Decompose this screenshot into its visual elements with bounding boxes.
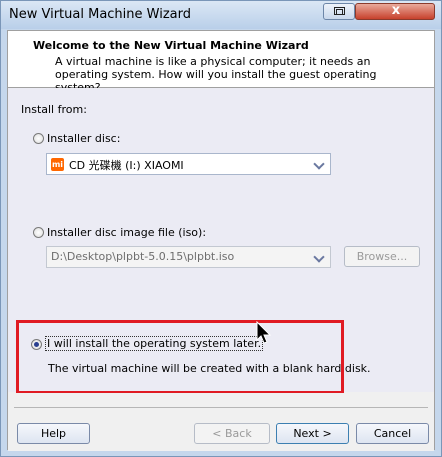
- chevron-down-icon: [310, 154, 330, 174]
- help-button[interactable]: Help: [17, 423, 90, 444]
- installer-iso-radio[interactable]: [33, 227, 44, 238]
- close-icon: x: [391, 3, 401, 18]
- restore-icon: [334, 7, 345, 15]
- installer-disc-dropdown[interactable]: mi CD 光碟機 (I:) XIAOMI: [46, 153, 331, 175]
- close-button[interactable]: x: [355, 3, 435, 20]
- footer-divider: [14, 407, 428, 408]
- wizard-body: Install from: Installer disc: mi CD 光碟機 …: [8, 88, 434, 394]
- installer-disc-label[interactable]: Installer disc:: [47, 132, 120, 145]
- wizard-header: Welcome to the New Virtual Machine Wizar…: [8, 31, 434, 94]
- chevron-down-icon: [310, 247, 330, 267]
- highlight-box: [16, 320, 344, 394]
- back-button[interactable]: < Back: [194, 423, 270, 444]
- install-later-label[interactable]: I will install the operating system late…: [44, 336, 264, 351]
- cancel-button[interactable]: Cancel: [356, 423, 429, 444]
- page-title: Welcome to the New Virtual Machine Wizar…: [33, 39, 309, 52]
- next-button[interactable]: Next >: [276, 423, 349, 444]
- window-title: New Virtual Machine Wizard: [9, 7, 191, 22]
- iso-path-value: D:\Desktop\plpbt-5.0.15\plpbt.iso: [51, 250, 235, 263]
- restore-button[interactable]: [323, 3, 355, 20]
- iso-path-combo[interactable]: D:\Desktop\plpbt-5.0.15\plpbt.iso: [46, 246, 331, 268]
- xiaomi-logo-icon: mi: [51, 158, 64, 171]
- install-later-note: The virtual machine will be created with…: [48, 362, 371, 375]
- mouse-cursor-icon: [256, 321, 272, 344]
- wizard-window: New Virtual Machine Wizard x Welcome to …: [0, 0, 442, 457]
- install-later-radio[interactable]: [31, 339, 42, 350]
- install-from-label: Install from:: [21, 103, 87, 116]
- wizard-footer: Help < Back Next > Cancel: [8, 393, 434, 451]
- installer-iso-label[interactable]: Installer disc image file (iso):: [47, 226, 206, 239]
- installer-disc-radio[interactable]: [33, 133, 44, 144]
- browse-button[interactable]: Browse...: [344, 246, 420, 267]
- installer-disc-value: CD 光碟機 (I:) XIAOMI: [69, 159, 184, 172]
- wizard-content: Welcome to the New Virtual Machine Wizar…: [7, 30, 435, 451]
- title-bar[interactable]: New Virtual Machine Wizard x: [1, 1, 441, 29]
